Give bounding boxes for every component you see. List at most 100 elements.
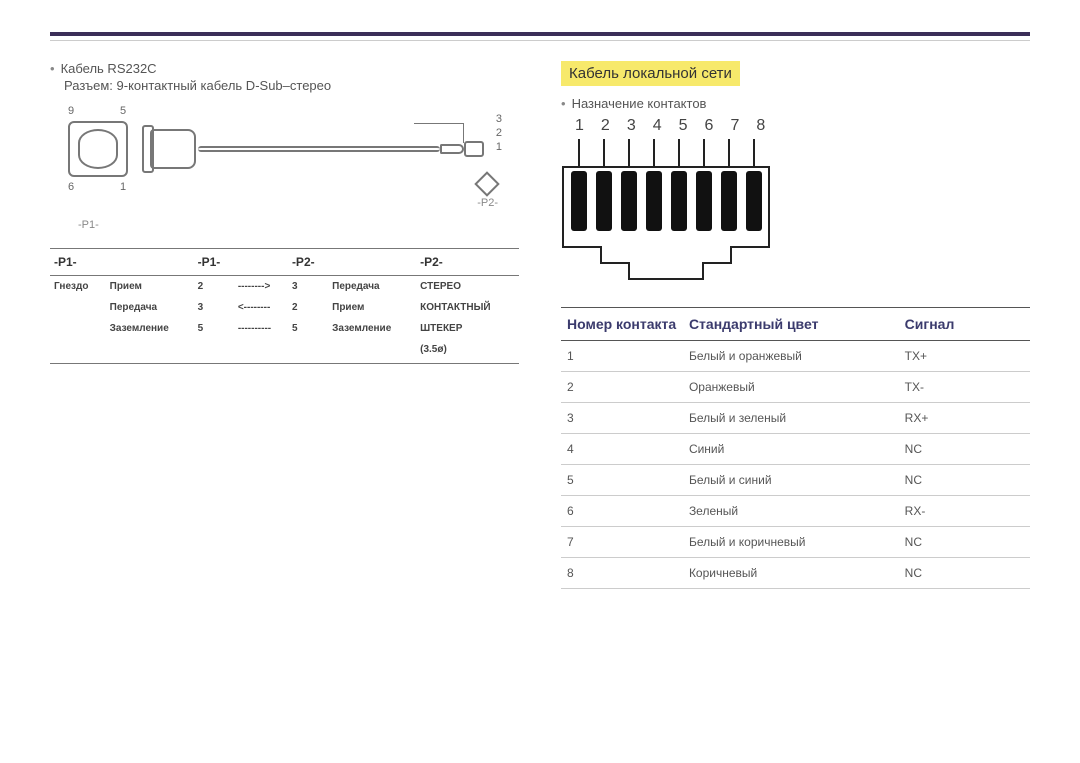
cell	[194, 339, 234, 364]
cell: 5	[194, 318, 234, 339]
cell: Белый и оранжевый	[683, 341, 899, 372]
cell: СТЕРЕО	[416, 276, 519, 298]
header-rule-thin	[50, 40, 1030, 41]
jack-pin-2: 2	[496, 127, 502, 139]
cell: Передача	[328, 276, 416, 298]
cell: 6	[561, 496, 683, 527]
cell	[50, 297, 106, 318]
cell: 2	[561, 372, 683, 403]
cell: NC	[899, 434, 1030, 465]
table-row: Заземление 5 ---------- 5 Заземление ШТЕ…	[50, 318, 519, 339]
jack-hex-icon	[474, 171, 499, 196]
jack-pin-1: 1	[496, 141, 502, 153]
table-row: 2ОранжевыйTX-	[561, 372, 1030, 403]
cell: 3	[288, 276, 328, 298]
cell	[50, 339, 106, 364]
cell: RX-	[899, 496, 1030, 527]
cell	[288, 339, 328, 364]
cell: <--------	[234, 297, 288, 318]
cell: Белый и синий	[683, 465, 899, 496]
cell: 7	[561, 527, 683, 558]
cell: TX+	[899, 341, 1030, 372]
th-pin: Номер контакта	[561, 308, 683, 341]
cell: ----------	[234, 318, 288, 339]
table-header-row: Номер контакта Стандартный цвет Сигнал	[561, 308, 1030, 341]
dsub-shell-icon	[68, 121, 128, 177]
cell: NC	[899, 527, 1030, 558]
cell: ШТЕКЕР	[416, 318, 519, 339]
cell: TX-	[899, 372, 1030, 403]
connector-body-icon	[150, 129, 196, 169]
cell	[234, 339, 288, 364]
dsub-pin-1: 1	[120, 181, 126, 193]
right-column: Кабель локальной сети • Назначение конта…	[561, 61, 1030, 589]
dsub-pin-9: 9	[68, 105, 74, 117]
th-p1b: -P1-	[194, 249, 234, 276]
left-column: • Кабель RS232C Разъем: 9-контактный каб…	[50, 61, 519, 589]
cell	[328, 339, 416, 364]
lan-pin-table: Номер контакта Стандартный цвет Сигнал 1…	[561, 307, 1030, 589]
table-row: 3Белый и зеленыйRX+	[561, 403, 1030, 434]
jack-pin-3: 3	[496, 113, 502, 125]
rj45-connector-icon	[561, 139, 801, 289]
rj45-pin-numbers: 1 2 3 4 5 6 7 8	[575, 117, 1030, 135]
p1-caption: -P1-	[78, 219, 99, 231]
table-row: 4СинийNC	[561, 434, 1030, 465]
cell: NC	[899, 558, 1030, 589]
cell: Передача	[106, 297, 194, 318]
th-p2b: -P2-	[416, 249, 519, 276]
cell: -------->	[234, 276, 288, 298]
table-row: 6ЗеленыйRX-	[561, 496, 1030, 527]
cell: Белый и коричневый	[683, 527, 899, 558]
table-row: 8КоричневыйNC	[561, 558, 1030, 589]
cell: 4	[561, 434, 683, 465]
cell: 3	[561, 403, 683, 434]
cell: 5	[561, 465, 683, 496]
rs232-diagram: 9 5 6 1 3 2 1 -P1- -P2-	[50, 103, 500, 238]
cell: Коричневый	[683, 558, 899, 589]
two-column-layout: • Кабель RS232C Разъем: 9-контактный каб…	[50, 61, 1030, 589]
table-row: Передача 3 <-------- 2 Прием КОНТАКТНЫЙ	[50, 297, 519, 318]
cell: КОНТАКТНЫЙ	[416, 297, 519, 318]
table-row: 7Белый и коричневыйNC	[561, 527, 1030, 558]
dsub-pin-6: 6	[68, 181, 74, 193]
cell: Белый и зеленый	[683, 403, 899, 434]
table-row: Гнездо Прием 2 --------> 3 Передача СТЕР…	[50, 276, 519, 298]
table-row: 1Белый и оранжевыйTX+	[561, 341, 1030, 372]
lead-line-icon	[463, 123, 464, 143]
cell: Оранжевый	[683, 372, 899, 403]
cell: Заземление	[328, 318, 416, 339]
pin-num: 3	[627, 117, 636, 135]
p2-caption: -P2-	[477, 197, 498, 209]
dsub-inner-icon	[78, 129, 118, 169]
cell: 1	[561, 341, 683, 372]
pin-assignment-line: • Назначение контактов	[561, 96, 1030, 111]
lead-line-icon	[414, 123, 464, 124]
cell: 2	[194, 276, 234, 298]
th-color: Стандартный цвет	[683, 308, 899, 341]
pin-num: 6	[705, 117, 714, 135]
th-p2a: -P2-	[288, 249, 328, 276]
cell: 2	[288, 297, 328, 318]
cable-icon	[198, 146, 440, 152]
cell	[50, 318, 106, 339]
cell: (3.5ø)	[416, 339, 519, 364]
cell: Зеленый	[683, 496, 899, 527]
pin-num: 8	[756, 117, 765, 135]
cell: 5	[288, 318, 328, 339]
th-signal: Сигнал	[899, 308, 1030, 341]
th-p1a: -P1-	[50, 249, 106, 276]
rj45-diagram: 1 2 3 4 5 6 7 8	[561, 117, 1030, 289]
table-row: 5Белый и синийNC	[561, 465, 1030, 496]
rs232-connector-desc: Разъем: 9-контактный кабель D-Sub–стерео	[64, 78, 519, 93]
pin-num: 1	[575, 117, 584, 135]
cell: Заземление	[106, 318, 194, 339]
cell: 8	[561, 558, 683, 589]
table-row: (3.5ø)	[50, 339, 519, 364]
cell: Синий	[683, 434, 899, 465]
cell: Прием	[328, 297, 416, 318]
cell: Прием	[106, 276, 194, 298]
dsub-pin-5: 5	[120, 105, 126, 117]
cell: RX+	[899, 403, 1030, 434]
cell: NC	[899, 465, 1030, 496]
